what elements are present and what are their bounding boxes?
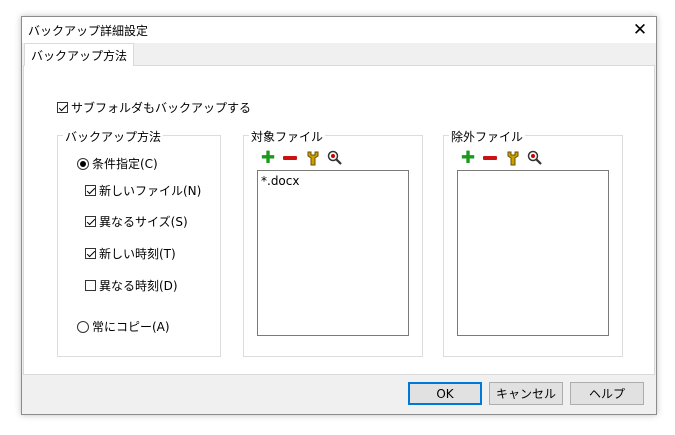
tab-backup-method[interactable]: バックアップ方法 [24,43,135,66]
different-size-checkbox[interactable]: 異なるサイズ(S) [85,213,188,230]
always-copy-label: 常にコピー(A) [92,320,170,334]
always-copy-radio[interactable]: 常にコピー(A) [77,318,170,335]
different-size-label: 異なるサイズ(S) [99,215,188,229]
wrench-icon[interactable] [305,150,321,166]
window-title: バックアップ詳細設定 [28,24,149,38]
checkbox-checked-icon [85,216,96,227]
title-bar: バックアップ詳細設定 ✕ [22,17,656,43]
subfolder-checkbox[interactable]: サブフォルダもバックアップする [57,99,251,116]
new-time-checkbox[interactable]: 新しい時刻(T) [85,245,176,262]
backup-method-group-label: バックアップ方法 [63,128,164,145]
list-item[interactable]: *.docx [261,174,405,188]
checkbox-checked-icon [85,185,96,196]
target-files-list[interactable]: *.docx [257,170,409,336]
new-file-label: 新しいファイル(N) [99,184,202,198]
magnifier-icon[interactable] [527,150,543,166]
exclude-files-group-label: 除外ファイル [449,128,526,145]
different-time-label: 異なる時刻(D) [99,279,178,293]
new-file-checkbox[interactable]: 新しいファイル(N) [85,182,201,199]
target-files-group-label: 対象ファイル [249,128,326,145]
radio-selected-icon [77,158,89,170]
new-time-label: 新しい時刻(T) [99,247,176,261]
plus-icon[interactable]: ✚ [260,150,276,167]
plus-icon[interactable]: ✚ [460,150,476,167]
checkbox-unchecked-icon [85,280,96,291]
conditional-radio[interactable]: 条件指定(C) [77,155,158,172]
radio-unselected-icon [77,321,89,333]
button-bar: OK キャンセル ヘルプ [22,375,656,414]
help-button[interactable]: ヘルプ [570,382,644,405]
wrench-icon[interactable] [505,150,521,166]
backup-settings-dialog: バックアップ詳細設定 ✕ バックアップ方法 サブフォルダもバックアップする バッ… [21,16,657,415]
exclude-files-list[interactable] [457,170,609,336]
minus-icon[interactable] [282,150,298,166]
ok-button[interactable]: OK [408,382,482,405]
conditional-label: 条件指定(C) [92,157,158,171]
magnifier-icon[interactable] [327,150,343,166]
different-time-checkbox[interactable]: 異なる時刻(D) [85,277,178,294]
checkbox-checked-icon [85,248,96,259]
subfolder-label: サブフォルダもバックアップする [71,101,252,115]
minus-icon[interactable] [482,150,498,166]
checkbox-checked-icon [57,102,68,113]
cancel-button[interactable]: キャンセル [489,382,563,405]
tab-panel: サブフォルダもバックアップする バックアップ方法 条件指定(C) 新しいファイル… [23,65,655,375]
close-icon[interactable]: ✕ [624,17,656,43]
